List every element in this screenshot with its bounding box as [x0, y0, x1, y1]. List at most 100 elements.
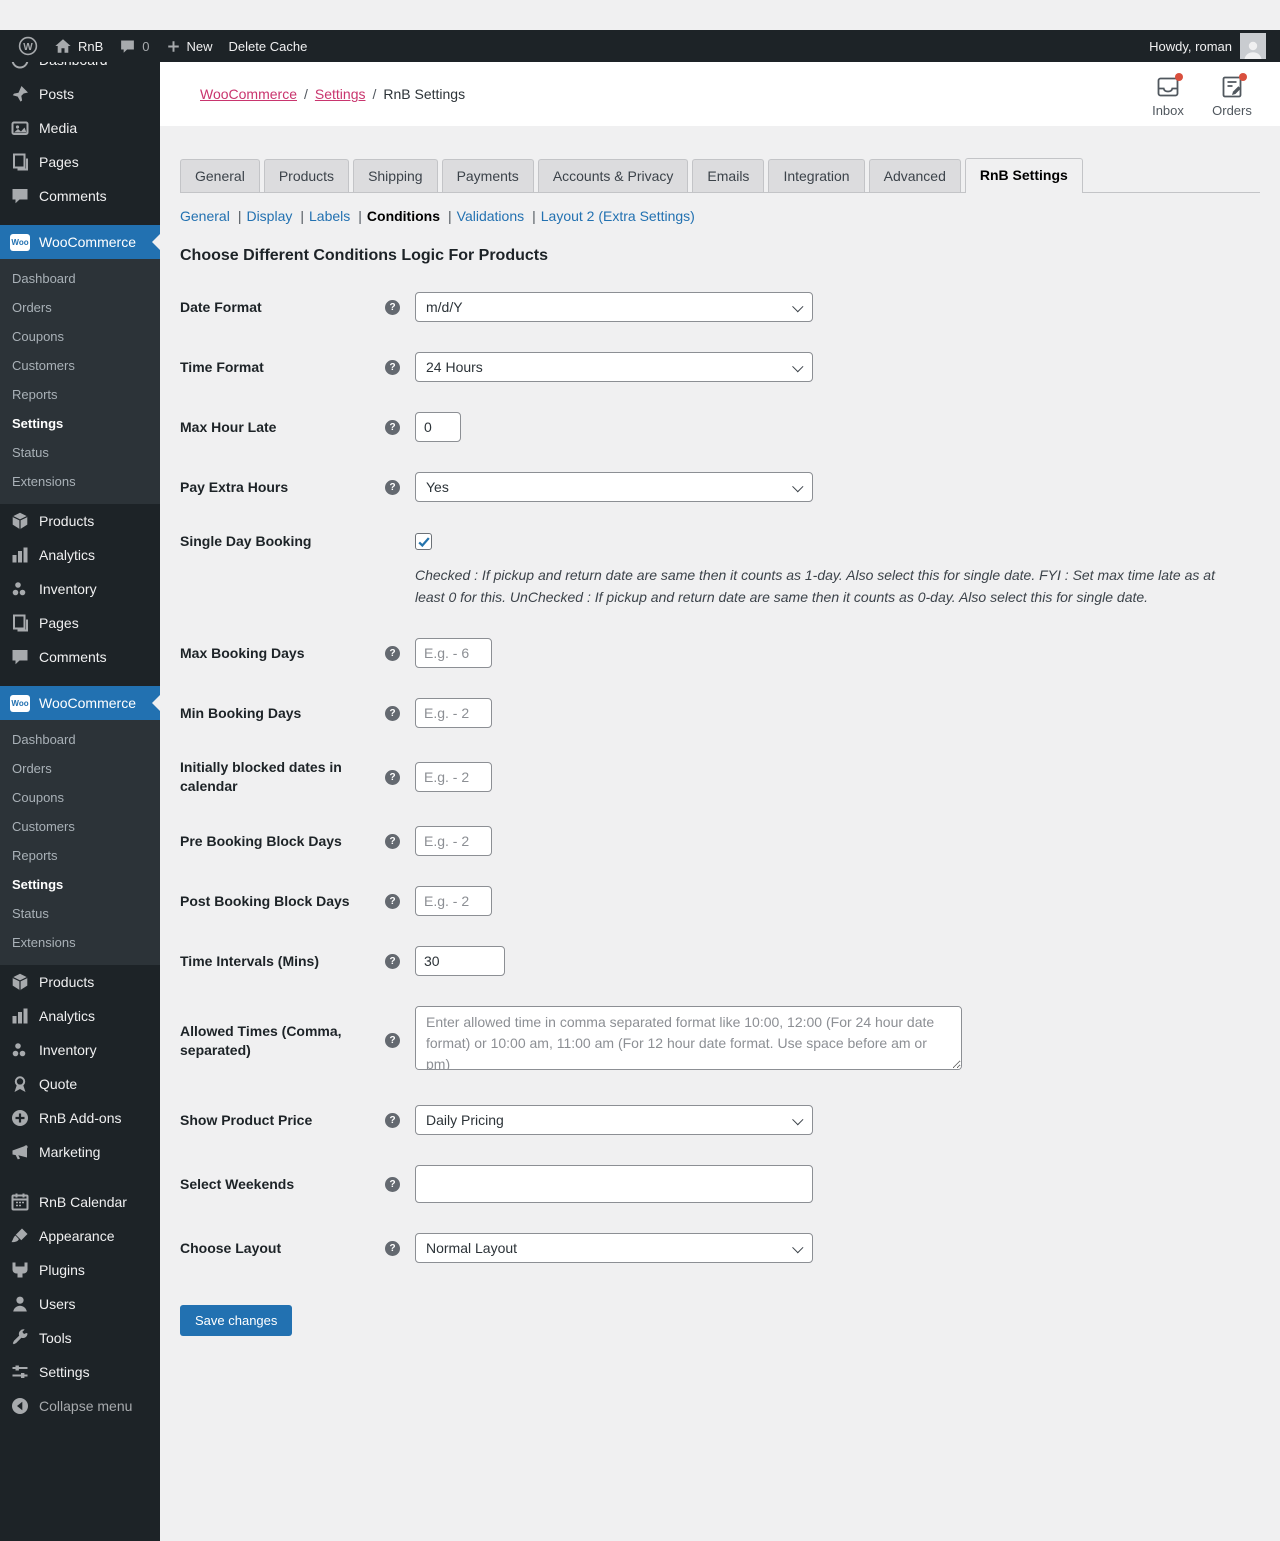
help-icon[interactable]: ?	[385, 479, 400, 495]
submenu-item-orders[interactable]: Orders	[0, 754, 160, 783]
save-changes-button[interactable]: Save changes	[180, 1305, 293, 1337]
submenu-item-reports[interactable]: Reports	[0, 841, 160, 870]
sidebar-item-comments[interactable]: Comments	[0, 640, 160, 674]
sidebar-item-settings[interactable]: Settings	[0, 1355, 160, 1389]
sidebar-item-posts[interactable]: Posts	[0, 77, 160, 111]
sidebar-item-pages[interactable]: Pages	[0, 606, 160, 640]
account-menu[interactable]: Howdy, roman	[1145, 33, 1270, 59]
sidebar-item-rnb-calendar[interactable]: RnB Calendar	[0, 1185, 160, 1219]
box-icon	[10, 511, 30, 531]
sidebar-item-marketing[interactable]: Marketing	[0, 1135, 160, 1169]
submenu-item-customers[interactable]: Customers	[0, 351, 160, 380]
sidebar-item-woocommerce[interactable]: Woo WooCommerce	[0, 225, 160, 259]
sidebar-item-pages[interactable]: Pages	[0, 145, 160, 179]
tab-emails[interactable]: Emails	[692, 159, 765, 192]
sidebar-item-inventory[interactable]: Inventory	[0, 1033, 160, 1067]
tab-accounts-privacy[interactable]: Accounts & Privacy	[537, 159, 689, 192]
sidebar-item-woocommerce[interactable]: Woo WooCommerce	[0, 686, 160, 720]
submenu-item-status[interactable]: Status	[0, 899, 160, 928]
submenu-item-coupons[interactable]: Coupons	[0, 783, 160, 812]
submenu-item-coupons[interactable]: Coupons	[0, 322, 160, 351]
help-icon[interactable]: ?	[385, 893, 400, 909]
sidebar-item-products[interactable]: Products	[0, 965, 160, 999]
sidebar-item-quote[interactable]: Quote	[0, 1067, 160, 1101]
sidebar-item-rnb-add-ons[interactable]: RnB Add-ons	[0, 1101, 160, 1135]
subnav-validations[interactable]: Validations	[457, 208, 524, 224]
delete-cache-button[interactable]: Delete Cache	[221, 30, 316, 62]
site-link[interactable]: RnB	[46, 30, 111, 62]
subnav-display[interactable]: Display	[246, 208, 292, 224]
time-format-select[interactable]: 24 Hours	[415, 352, 813, 382]
inbox-button[interactable]: Inbox	[1136, 71, 1200, 118]
submenu-item-dashboard[interactable]: Dashboard	[0, 725, 160, 754]
tab-rnb-settings[interactable]: RnB Settings	[964, 158, 1083, 193]
sidebar-item-media[interactable]: Media	[0, 111, 160, 145]
help-icon[interactable]: ?	[385, 1033, 400, 1049]
submenu-item-customers[interactable]: Customers	[0, 812, 160, 841]
help-icon[interactable]: ?	[385, 1176, 400, 1192]
sidebar-item-users[interactable]: Users	[0, 1287, 160, 1321]
submenu-item-settings[interactable]: Settings	[0, 870, 160, 899]
help-icon[interactable]: ?	[385, 953, 400, 969]
submenu-item-dashboard[interactable]: Dashboard	[0, 264, 160, 293]
initially-blocked-dates-in-calendar-input[interactable]	[415, 762, 492, 793]
single-day-booking-checkbox[interactable]	[415, 533, 432, 550]
sidebar-item-analytics[interactable]: Analytics	[0, 999, 160, 1033]
help-icon[interactable]: ?	[385, 833, 400, 849]
sidebar-item-collapse-menu[interactable]: Collapse menu	[0, 1389, 160, 1423]
tab-general[interactable]: General	[180, 159, 260, 192]
date-format-select[interactable]: m/d/Y	[415, 292, 813, 322]
tab-integration[interactable]: Integration	[768, 159, 865, 192]
sidebar-item-tools[interactable]: Tools	[0, 1321, 160, 1355]
breadcrumb-woocommerce[interactable]: WooCommerce	[200, 86, 297, 102]
pay-extra-hours-select[interactable]: Yes	[415, 472, 813, 502]
subnav-general[interactable]: General	[180, 208, 230, 224]
submenu-item-orders[interactable]: Orders	[0, 293, 160, 322]
help-icon[interactable]: ?	[385, 1240, 400, 1256]
submenu-item-reports[interactable]: Reports	[0, 380, 160, 409]
max-hour-late-input[interactable]	[415, 412, 461, 442]
select-weekends-select[interactable]	[415, 1165, 813, 1204]
help-icon[interactable]: ?	[385, 769, 400, 785]
tab-payments[interactable]: Payments	[441, 159, 534, 192]
pre-booking-block-days-input[interactable]	[415, 826, 492, 857]
help-icon[interactable]: ?	[385, 645, 400, 661]
submenu-item-settings[interactable]: Settings	[0, 409, 160, 438]
new-content-menu[interactable]: New	[158, 30, 221, 62]
submenu-item-extensions[interactable]: Extensions	[0, 467, 160, 496]
help-icon[interactable]: ?	[385, 359, 400, 375]
subnav-layout-2-extra-settings[interactable]: Layout 2 (Extra Settings)	[541, 208, 695, 224]
sidebar-item-analytics[interactable]: Analytics	[0, 538, 160, 572]
help-icon[interactable]: ?	[385, 299, 400, 315]
comments-shortcut[interactable]: 0	[111, 30, 157, 62]
sidebar-item-appearance[interactable]: Appearance	[0, 1219, 160, 1253]
help-icon[interactable]: ?	[385, 1112, 400, 1128]
min-booking-days-input[interactable]	[415, 698, 492, 729]
subnav-separator: |	[532, 208, 536, 224]
wordpress-logo-menu[interactable]: W	[10, 30, 46, 62]
sidebar-item-comments[interactable]: Comments	[0, 179, 160, 213]
submenu-item-status[interactable]: Status	[0, 438, 160, 467]
show-product-price-select[interactable]: Daily Pricing	[415, 1105, 813, 1136]
sidebar-item-plugins[interactable]: Plugins	[0, 1253, 160, 1287]
subnav-conditions[interactable]: Conditions	[367, 208, 440, 224]
field-label: Initially blocked dates in calendar	[180, 759, 342, 795]
breadcrumb-settings[interactable]: Settings	[315, 86, 366, 102]
subnav-labels[interactable]: Labels	[309, 208, 350, 224]
max-booking-days-input[interactable]	[415, 638, 492, 669]
sidebar-item-products[interactable]: Products	[0, 504, 160, 538]
time-intervals-mins-input[interactable]	[415, 946, 505, 977]
tab-products[interactable]: Products	[263, 159, 350, 192]
allowed-times-comma-separated-textarea[interactable]	[415, 1006, 962, 1071]
sidebar-item-inventory[interactable]: Inventory	[0, 572, 160, 606]
help-icon[interactable]: ?	[385, 419, 400, 435]
help-icon[interactable]: ?	[385, 705, 400, 721]
choose-layout-select[interactable]: Normal Layout	[415, 1233, 813, 1264]
post-booking-block-days-input[interactable]	[415, 886, 492, 917]
sidebar-item-dashboard[interactable]: Dashboard	[0, 62, 160, 77]
tab-advanced[interactable]: Advanced	[868, 159, 961, 192]
dashboard-icon	[10, 62, 30, 70]
orders-button[interactable]: Orders	[1200, 71, 1264, 118]
tab-shipping[interactable]: Shipping	[353, 159, 438, 192]
submenu-item-extensions[interactable]: Extensions	[0, 928, 160, 957]
